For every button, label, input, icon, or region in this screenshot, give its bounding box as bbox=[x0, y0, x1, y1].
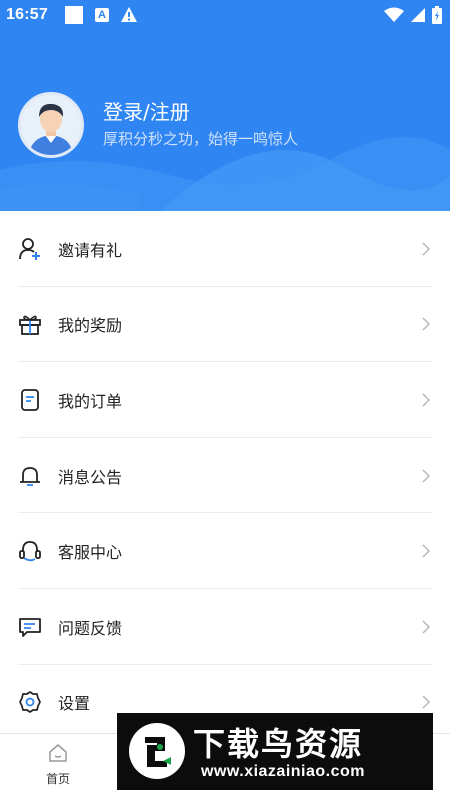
gear-icon bbox=[18, 690, 42, 714]
menu-item-orders[interactable]: 我的订单 bbox=[0, 362, 450, 438]
menu-item-notices[interactable]: 消息公告 bbox=[0, 438, 450, 514]
watermark-url: www.xiazainiao.com bbox=[201, 763, 366, 780]
warning-icon bbox=[121, 7, 137, 22]
watermark-title: 下载鸟资源 bbox=[193, 725, 364, 763]
menu-item-invite[interactable]: 邀请有礼 bbox=[0, 211, 450, 287]
menu-label: 问题反馈 bbox=[58, 618, 123, 638]
settings-menu: 邀请有礼 我的奖励 我的订单 消息公告 客服中心 问题反馈 设置 bbox=[0, 211, 450, 740]
nav-home[interactable]: 首页 bbox=[38, 742, 78, 787]
wifi-icon bbox=[384, 7, 404, 22]
add-user-icon bbox=[18, 237, 42, 261]
headset-icon bbox=[18, 539, 42, 563]
notification-square-icon bbox=[65, 6, 83, 24]
chevron-right-icon bbox=[422, 469, 431, 483]
chevron-right-icon bbox=[422, 393, 431, 407]
menu-label: 客服中心 bbox=[58, 543, 123, 563]
profile-slogan: 厚积分秒之功，始得一鸣惊人 bbox=[103, 130, 299, 148]
menu-label: 我的奖励 bbox=[58, 316, 123, 336]
order-document-icon bbox=[18, 388, 42, 412]
menu-label: 消息公告 bbox=[58, 467, 123, 487]
menu-item-rewards[interactable]: 我的奖励 bbox=[0, 287, 450, 363]
a-icon: A bbox=[95, 8, 109, 22]
watermark-bird-logo bbox=[129, 723, 185, 779]
user-avatar-icon bbox=[21, 95, 81, 155]
login-register-link[interactable]: 登录/注册 bbox=[103, 96, 190, 125]
bell-icon bbox=[18, 464, 42, 488]
status-bar: 16:57 A bbox=[0, 0, 450, 32]
watermark-banner: 下载鸟资源 www.xiazainiao.com bbox=[117, 713, 433, 790]
signal-icon bbox=[411, 8, 425, 22]
home-icon bbox=[49, 744, 67, 762]
chevron-right-icon bbox=[422, 544, 431, 558]
feedback-message-icon bbox=[18, 615, 42, 639]
avatar[interactable] bbox=[18, 92, 84, 158]
menu-item-feedback[interactable]: 问题反馈 bbox=[0, 589, 450, 665]
chevron-right-icon bbox=[422, 317, 431, 331]
profile-header: 16:57 A 登录/注册 厚积分秒之功，始得一鸣惊人 bbox=[0, 0, 450, 211]
menu-item-customer-service[interactable]: 客服中心 bbox=[0, 513, 450, 589]
battery-icon bbox=[432, 6, 442, 24]
chevron-right-icon bbox=[422, 620, 431, 634]
nav-home-label: 首页 bbox=[45, 772, 70, 786]
menu-label: 我的订单 bbox=[58, 391, 123, 411]
chevron-right-icon bbox=[422, 695, 431, 709]
status-time: 16:57 bbox=[6, 6, 48, 23]
status-right-icons bbox=[384, 6, 442, 24]
menu-label: 邀请有礼 bbox=[58, 240, 123, 260]
gift-icon bbox=[18, 312, 42, 336]
menu-label: 设置 bbox=[58, 694, 91, 714]
chevron-right-icon bbox=[422, 242, 431, 256]
